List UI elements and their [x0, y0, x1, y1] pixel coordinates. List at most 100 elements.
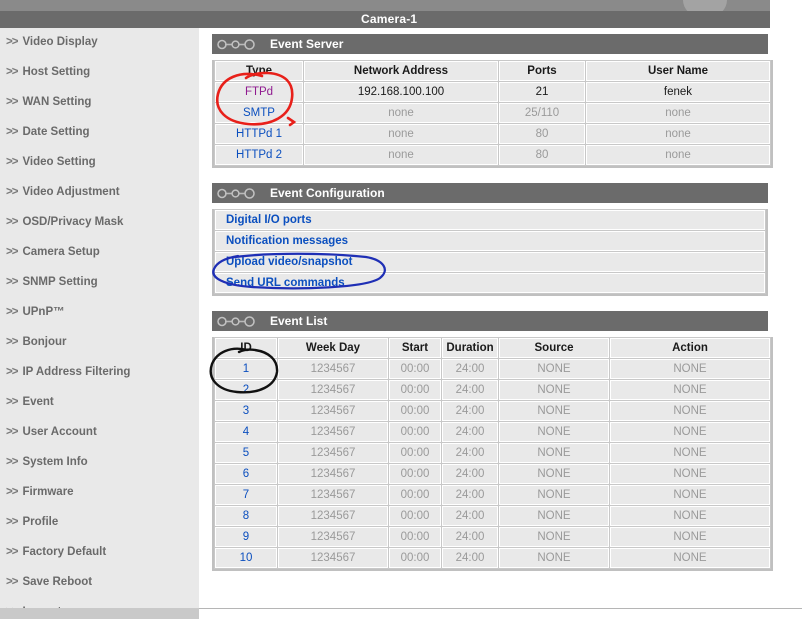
event-source: NONE [498, 484, 610, 506]
event-start: 00:00 [388, 547, 442, 569]
sidebar-item-camera-setup[interactable]: >> Camera Setup [6, 244, 100, 260]
chevron-right-double-icon: >> [6, 516, 18, 528]
sidebar-item-osd-privacy-mask[interactable]: >> OSD/Privacy Mask [6, 214, 123, 230]
event-duration: 24:00 [441, 442, 499, 464]
sidebar-item-ip-address-filtering[interactable]: >> IP Address Filtering [6, 364, 130, 380]
event-duration: 24:00 [441, 526, 499, 548]
sidebar-item-save-reboot[interactable]: >> Save Reboot [6, 574, 92, 590]
sidebar-item-label: System Info [22, 456, 88, 468]
event-week-day: 1234567 [277, 484, 389, 506]
sidebar-item-label: UPnP™ [22, 306, 65, 318]
event-duration: 24:00 [441, 358, 499, 380]
event-source: NONE [498, 421, 610, 443]
sidebar-item-upnp[interactable]: >> UPnP™ [6, 304, 65, 320]
event-action: NONE [609, 463, 771, 485]
table-row: FTPd 192.168.100.100 21 fenek [214, 81, 771, 103]
sidebar-item-label: Factory Default [22, 546, 107, 558]
sidebar-item-video-setting[interactable]: >> Video Setting [6, 154, 96, 170]
event-server-ports: 25/110 [498, 102, 586, 124]
event-week-day: 1234567 [277, 463, 389, 485]
event-id-link[interactable]: 5 [214, 442, 278, 464]
sidebar-item-video-adjustment[interactable]: >> Video Adjustment [6, 184, 120, 200]
event-config-link[interactable]: Digital I/O ports [214, 209, 766, 231]
sidebar-item-date-setting[interactable]: >> Date Setting [6, 124, 90, 140]
column-header: User Name [585, 60, 771, 82]
event-server-type-link[interactable]: SMTP [214, 102, 304, 124]
event-week-day: 1234567 [277, 547, 389, 569]
chevron-right-double-icon: >> [6, 306, 18, 318]
sidebar-item-profile[interactable]: >> Profile [6, 514, 58, 530]
event-server-address: none [303, 123, 499, 145]
event-source: NONE [498, 505, 610, 527]
event-server-type-link[interactable]: HTTPd 2 [214, 144, 304, 166]
list-item[interactable]: Send URL commands [214, 272, 766, 294]
event-week-day: 1234567 [277, 526, 389, 548]
event-source: NONE [498, 442, 610, 464]
event-list-title: Event List [270, 314, 328, 328]
chevron-right-double-icon: >> [6, 426, 18, 438]
event-id-link[interactable]: 7 [214, 484, 278, 506]
event-id-link[interactable]: 9 [214, 526, 278, 548]
event-duration: 24:00 [441, 400, 499, 422]
event-config-link[interactable]: Notification messages [214, 230, 766, 252]
chevron-right-double-icon: >> [6, 576, 18, 588]
event-start: 00:00 [388, 358, 442, 380]
chevron-right-double-icon: >> [6, 126, 18, 138]
sidebar-item-label: Video Setting [22, 156, 96, 168]
list-item[interactable]: Digital I/O ports [214, 209, 766, 231]
sidebar-item-system-info[interactable]: >> System Info [6, 454, 88, 470]
chevron-right-double-icon: >> [6, 96, 18, 108]
list-item[interactable]: Upload video/snapshot [214, 251, 766, 273]
event-action: NONE [609, 484, 771, 506]
event-duration: 24:00 [441, 547, 499, 569]
sidebar-item-label: WAN Setting [22, 96, 92, 108]
chevron-right-double-icon: >> [6, 336, 18, 348]
event-server-title: Event Server [270, 37, 344, 51]
event-id-link[interactable]: 4 [214, 421, 278, 443]
event-list-header-row: ID Week Day Start Duration Source Action [214, 337, 771, 359]
event-server-username: none [585, 123, 771, 145]
sidebar-item-bonjour[interactable]: >> Bonjour [6, 334, 67, 350]
sidebar-item-user-account[interactable]: >> User Account [6, 424, 97, 440]
sidebar-item-host-setting[interactable]: >> Host Setting [6, 64, 90, 80]
event-id-link[interactable]: 2 [214, 379, 278, 401]
page-bottom-divider [199, 608, 802, 609]
event-list-table: ID Week Day Start Duration Source Action 1 123… [212, 337, 773, 571]
chevron-right-double-icon: >> [6, 186, 18, 198]
column-header: Start [388, 337, 442, 359]
sidebar-item-label: Video Adjustment [22, 186, 120, 198]
sidebar-item-factory-default[interactable]: >> Factory Default [6, 544, 106, 560]
event-server-username: none [585, 102, 771, 124]
event-server-header-row: Type Network Address Ports User Name [214, 60, 771, 82]
event-id-link[interactable]: 1 [214, 358, 278, 380]
event-source: NONE [498, 400, 610, 422]
event-config-link[interactable]: Send URL commands [214, 272, 766, 294]
event-id-link[interactable]: 10 [214, 547, 278, 569]
sidebar-item-firmware[interactable]: >> Firmware [6, 484, 74, 500]
chevron-right-double-icon: >> [6, 156, 18, 168]
window-top-band [0, 0, 770, 11]
chain-links-icon [217, 316, 255, 327]
list-item[interactable]: Notification messages [214, 230, 766, 252]
event-action: NONE [609, 400, 771, 422]
event-server-type-link[interactable]: HTTPd 1 [214, 123, 304, 145]
sidebar-item-label: Profile [22, 516, 59, 528]
event-server-type-link[interactable]: FTPd [214, 81, 304, 103]
event-id-link[interactable]: 8 [214, 505, 278, 527]
chain-links-icon [217, 39, 255, 50]
event-start: 00:00 [388, 505, 442, 527]
event-id-link[interactable]: 6 [214, 463, 278, 485]
sidebar-item-label: Firmware [22, 486, 74, 498]
sidebar-item-label: Save Reboot [22, 576, 93, 588]
event-id-link[interactable]: 3 [214, 400, 278, 422]
event-config-link[interactable]: Upload video/snapshot [214, 251, 766, 273]
event-week-day: 1234567 [277, 442, 389, 464]
chevron-right-double-icon: >> [6, 546, 18, 558]
sidebar-item-video-display[interactable]: >> Video Display [6, 34, 98, 50]
sidebar-item-snmp-setting[interactable]: >> SNMP Setting [6, 274, 98, 290]
event-week-day: 1234567 [277, 505, 389, 527]
sidebar-footer-band [0, 608, 199, 619]
sidebar-item-event[interactable]: >> Event [6, 394, 54, 410]
sidebar-item-wan-setting[interactable]: >> WAN Setting [6, 94, 91, 110]
sidebar-item-label: Camera Setup [22, 246, 100, 258]
